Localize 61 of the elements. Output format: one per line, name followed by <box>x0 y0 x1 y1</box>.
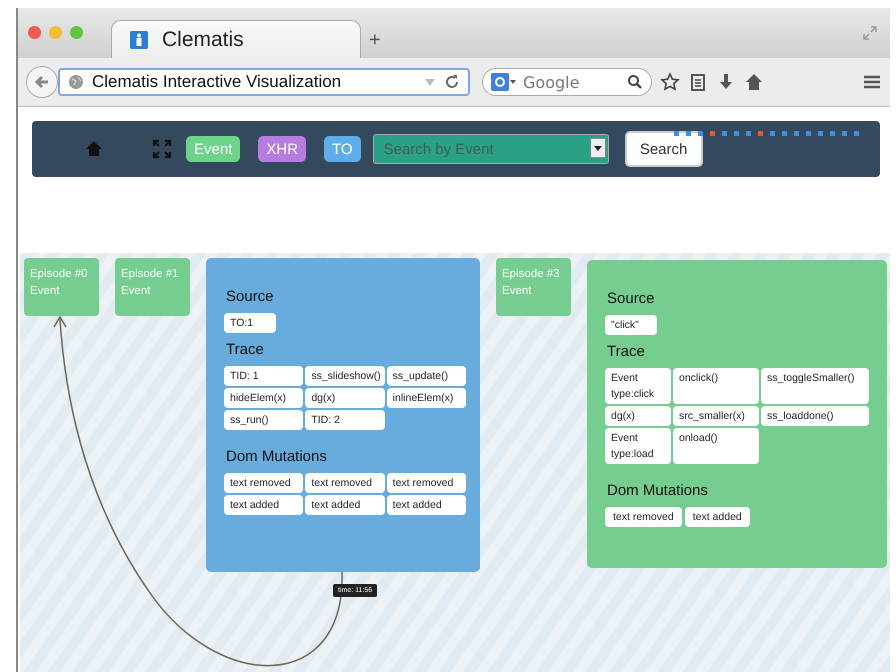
trace-chip: TID: 1 <box>224 366 304 386</box>
trace-chip: dg(x) <box>305 388 385 408</box>
dropdown-button[interactable] <box>590 138 606 158</box>
address-field[interactable]: Clematis Interactive Visualization <box>58 68 470 96</box>
search-engine-icon <box>491 73 517 91</box>
mutation-chip: text removed <box>605 507 682 527</box>
section-heading: Dom Mutations <box>226 448 328 465</box>
trace-chip: Event type:load <box>605 428 671 464</box>
trace-chip: onload() <box>673 428 759 464</box>
back-button[interactable] <box>26 66 58 98</box>
filter-button[interactable]: TO <box>324 136 361 162</box>
search-button[interactable]: Search <box>624 131 703 167</box>
section-heading: Dom Mutations <box>607 482 709 499</box>
event-search-field[interactable]: Search by Event <box>372 134 609 164</box>
caret-icon <box>594 146 602 150</box>
search-field[interactable]: Google <box>482 68 652 96</box>
back-arrow-icon <box>34 74 50 90</box>
trace-chip: TID: 2 <box>305 410 385 430</box>
trace-chip: src_smaller(x) <box>673 406 759 426</box>
source-chip: TO:1 <box>224 313 276 333</box>
home-icon[interactable] <box>744 72 764 92</box>
trace-chip: ss_run() <box>224 410 304 430</box>
trace-chip: Event type:click <box>605 368 671 404</box>
mutation-chip: text added <box>224 495 304 515</box>
mutation-chip: text removed <box>224 473 304 493</box>
trace-chip: ss_update() <box>386 366 466 386</box>
episode-card[interactable]: Episode #1 Event <box>115 258 190 316</box>
new-tab-button[interactable]: + <box>369 28 381 52</box>
mutation-chip: text added <box>386 495 466 515</box>
episode-title: Episode #3 <box>502 267 561 282</box>
mutation-chip: text added <box>305 495 385 515</box>
episode-type: Event <box>121 284 152 299</box>
episode-title: Episode #0 <box>30 267 89 282</box>
trace-chip: ss_loaddone() <box>761 406 869 426</box>
filter-button[interactable]: XHR <box>258 136 306 162</box>
clipboard-icon[interactable] <box>688 72 708 92</box>
trace-chip: ss_slideshow() <box>305 366 385 386</box>
trace-chip: ss_toggleSmaller() <box>761 368 869 404</box>
mutation-chip: text added <box>684 507 750 527</box>
search-icon[interactable] <box>627 74 643 90</box>
source-chip: "click" <box>605 315 657 335</box>
episode-type: Event <box>30 284 60 299</box>
mutation-chip: text removed <box>386 473 466 493</box>
episode-card[interactable]: Episode #0 Event <box>24 258 99 316</box>
episode-card[interactable]: Episode #3 Event <box>496 258 571 316</box>
filter-button[interactable]: Event <box>186 136 240 162</box>
browser-tab[interactable]: Clematis <box>111 20 361 58</box>
reload-icon[interactable] <box>444 74 460 90</box>
section-heading: Trace <box>226 341 265 358</box>
trace-chip: inlineElem(x) <box>386 388 466 408</box>
section-heading: Trace <box>607 343 646 360</box>
trace-chip: dg(x) <box>605 406 671 426</box>
episode-title: Episode #1 <box>121 267 180 282</box>
mutation-chip: text removed <box>305 473 385 493</box>
trace-chip: hideElem(x) <box>224 388 304 408</box>
section-heading: Source <box>607 290 656 307</box>
section-heading: Source <box>226 288 275 305</box>
trace-chip: onclick() <box>673 368 759 404</box>
close-window-button[interactable] <box>28 26 41 38</box>
star-icon[interactable] <box>660 72 680 92</box>
episode-type: Event <box>502 284 532 299</box>
